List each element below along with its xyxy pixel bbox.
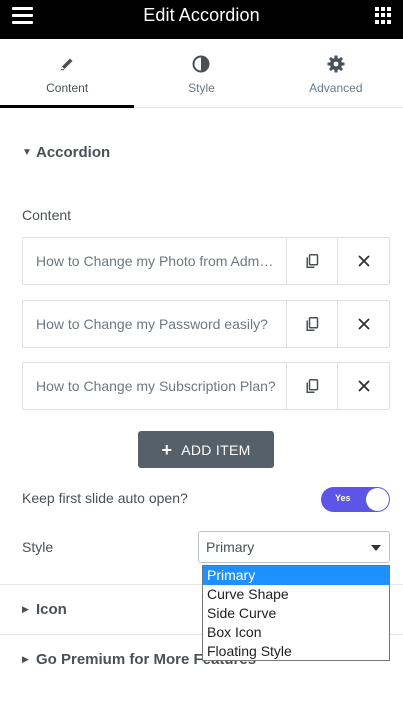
- switch-knob: [366, 488, 389, 511]
- duplicate-icon[interactable]: [287, 301, 338, 347]
- half-circle-icon: [134, 53, 268, 75]
- duplicate-icon[interactable]: [287, 238, 338, 284]
- apps-grid-icon[interactable]: [375, 7, 392, 24]
- add-item-button[interactable]: + ADD ITEM: [138, 431, 274, 468]
- close-icon[interactable]: [338, 363, 389, 409]
- panel-header: Edit Accordion: [0, 0, 403, 39]
- section-accordion-toggle[interactable]: ▼ Accordion: [0, 128, 403, 176]
- content-label: Content: [22, 207, 72, 223]
- switch-state-label: Yes: [335, 493, 351, 503]
- close-icon[interactable]: [338, 238, 389, 284]
- close-icon[interactable]: [338, 301, 389, 347]
- repeater-item: How to Change my Photo from Admin Dashbo…: [22, 237, 390, 285]
- section-title: Icon: [36, 600, 67, 618]
- style-option[interactable]: Box Icon: [203, 623, 389, 642]
- caret-right-icon: ▶: [22, 653, 29, 664]
- tab-style[interactable]: Style: [134, 39, 268, 107]
- section-title: Accordion: [36, 143, 111, 161]
- plus-icon: +: [161, 439, 173, 460]
- repeater-item-title[interactable]: How to Change my Password easily?: [23, 301, 287, 347]
- caret-down-icon: ▼: [22, 146, 32, 158]
- gear-icon: [269, 53, 403, 75]
- tab-label: Style: [188, 81, 215, 95]
- repeater-item: How to Change my Subscription Plan?: [22, 362, 390, 410]
- style-select[interactable]: Primary: [198, 531, 390, 563]
- style-option[interactable]: Curve Shape: [203, 585, 389, 604]
- add-item-label: ADD ITEM: [181, 441, 251, 458]
- repeater-item-title[interactable]: How to Change my Photo from Admin Dashbo…: [23, 238, 287, 284]
- pencil-icon: [0, 53, 134, 75]
- repeater-item: How to Change my Password easily?: [22, 300, 390, 348]
- style-select-value: Primary: [206, 539, 255, 555]
- style-option[interactable]: Primary: [203, 566, 389, 585]
- repeater-item-text: How to Change my Photo from Admin Dashbo…: [36, 253, 286, 269]
- tab-label: Advanced: [309, 81, 363, 95]
- repeater-item-text: How to Change my Subscription Plan?: [36, 378, 276, 394]
- style-option[interactable]: Floating Style: [203, 642, 389, 661]
- repeater-item-text: How to Change my Password easily?: [36, 316, 268, 332]
- repeater-item-title[interactable]: How to Change my Subscription Plan?: [23, 363, 287, 409]
- auto-open-label: Keep first slide auto open?: [22, 490, 188, 506]
- tab-content[interactable]: Content: [0, 39, 135, 108]
- tab-advanced[interactable]: Advanced: [269, 39, 403, 107]
- caret-right-icon: ▶: [22, 603, 29, 614]
- chevron-down-icon: [371, 545, 381, 551]
- style-label: Style: [22, 539, 54, 555]
- panel-tabs: Content Style Advanced: [0, 39, 403, 108]
- style-option[interactable]: Side Curve: [203, 604, 389, 623]
- auto-open-switch[interactable]: Yes: [321, 487, 390, 512]
- tab-label: Content: [46, 81, 89, 95]
- panel-title: Edit Accordion: [143, 5, 260, 25]
- duplicate-icon[interactable]: [287, 363, 338, 409]
- style-options-list: Primary Curve Shape Side Curve Box Icon …: [202, 565, 390, 661]
